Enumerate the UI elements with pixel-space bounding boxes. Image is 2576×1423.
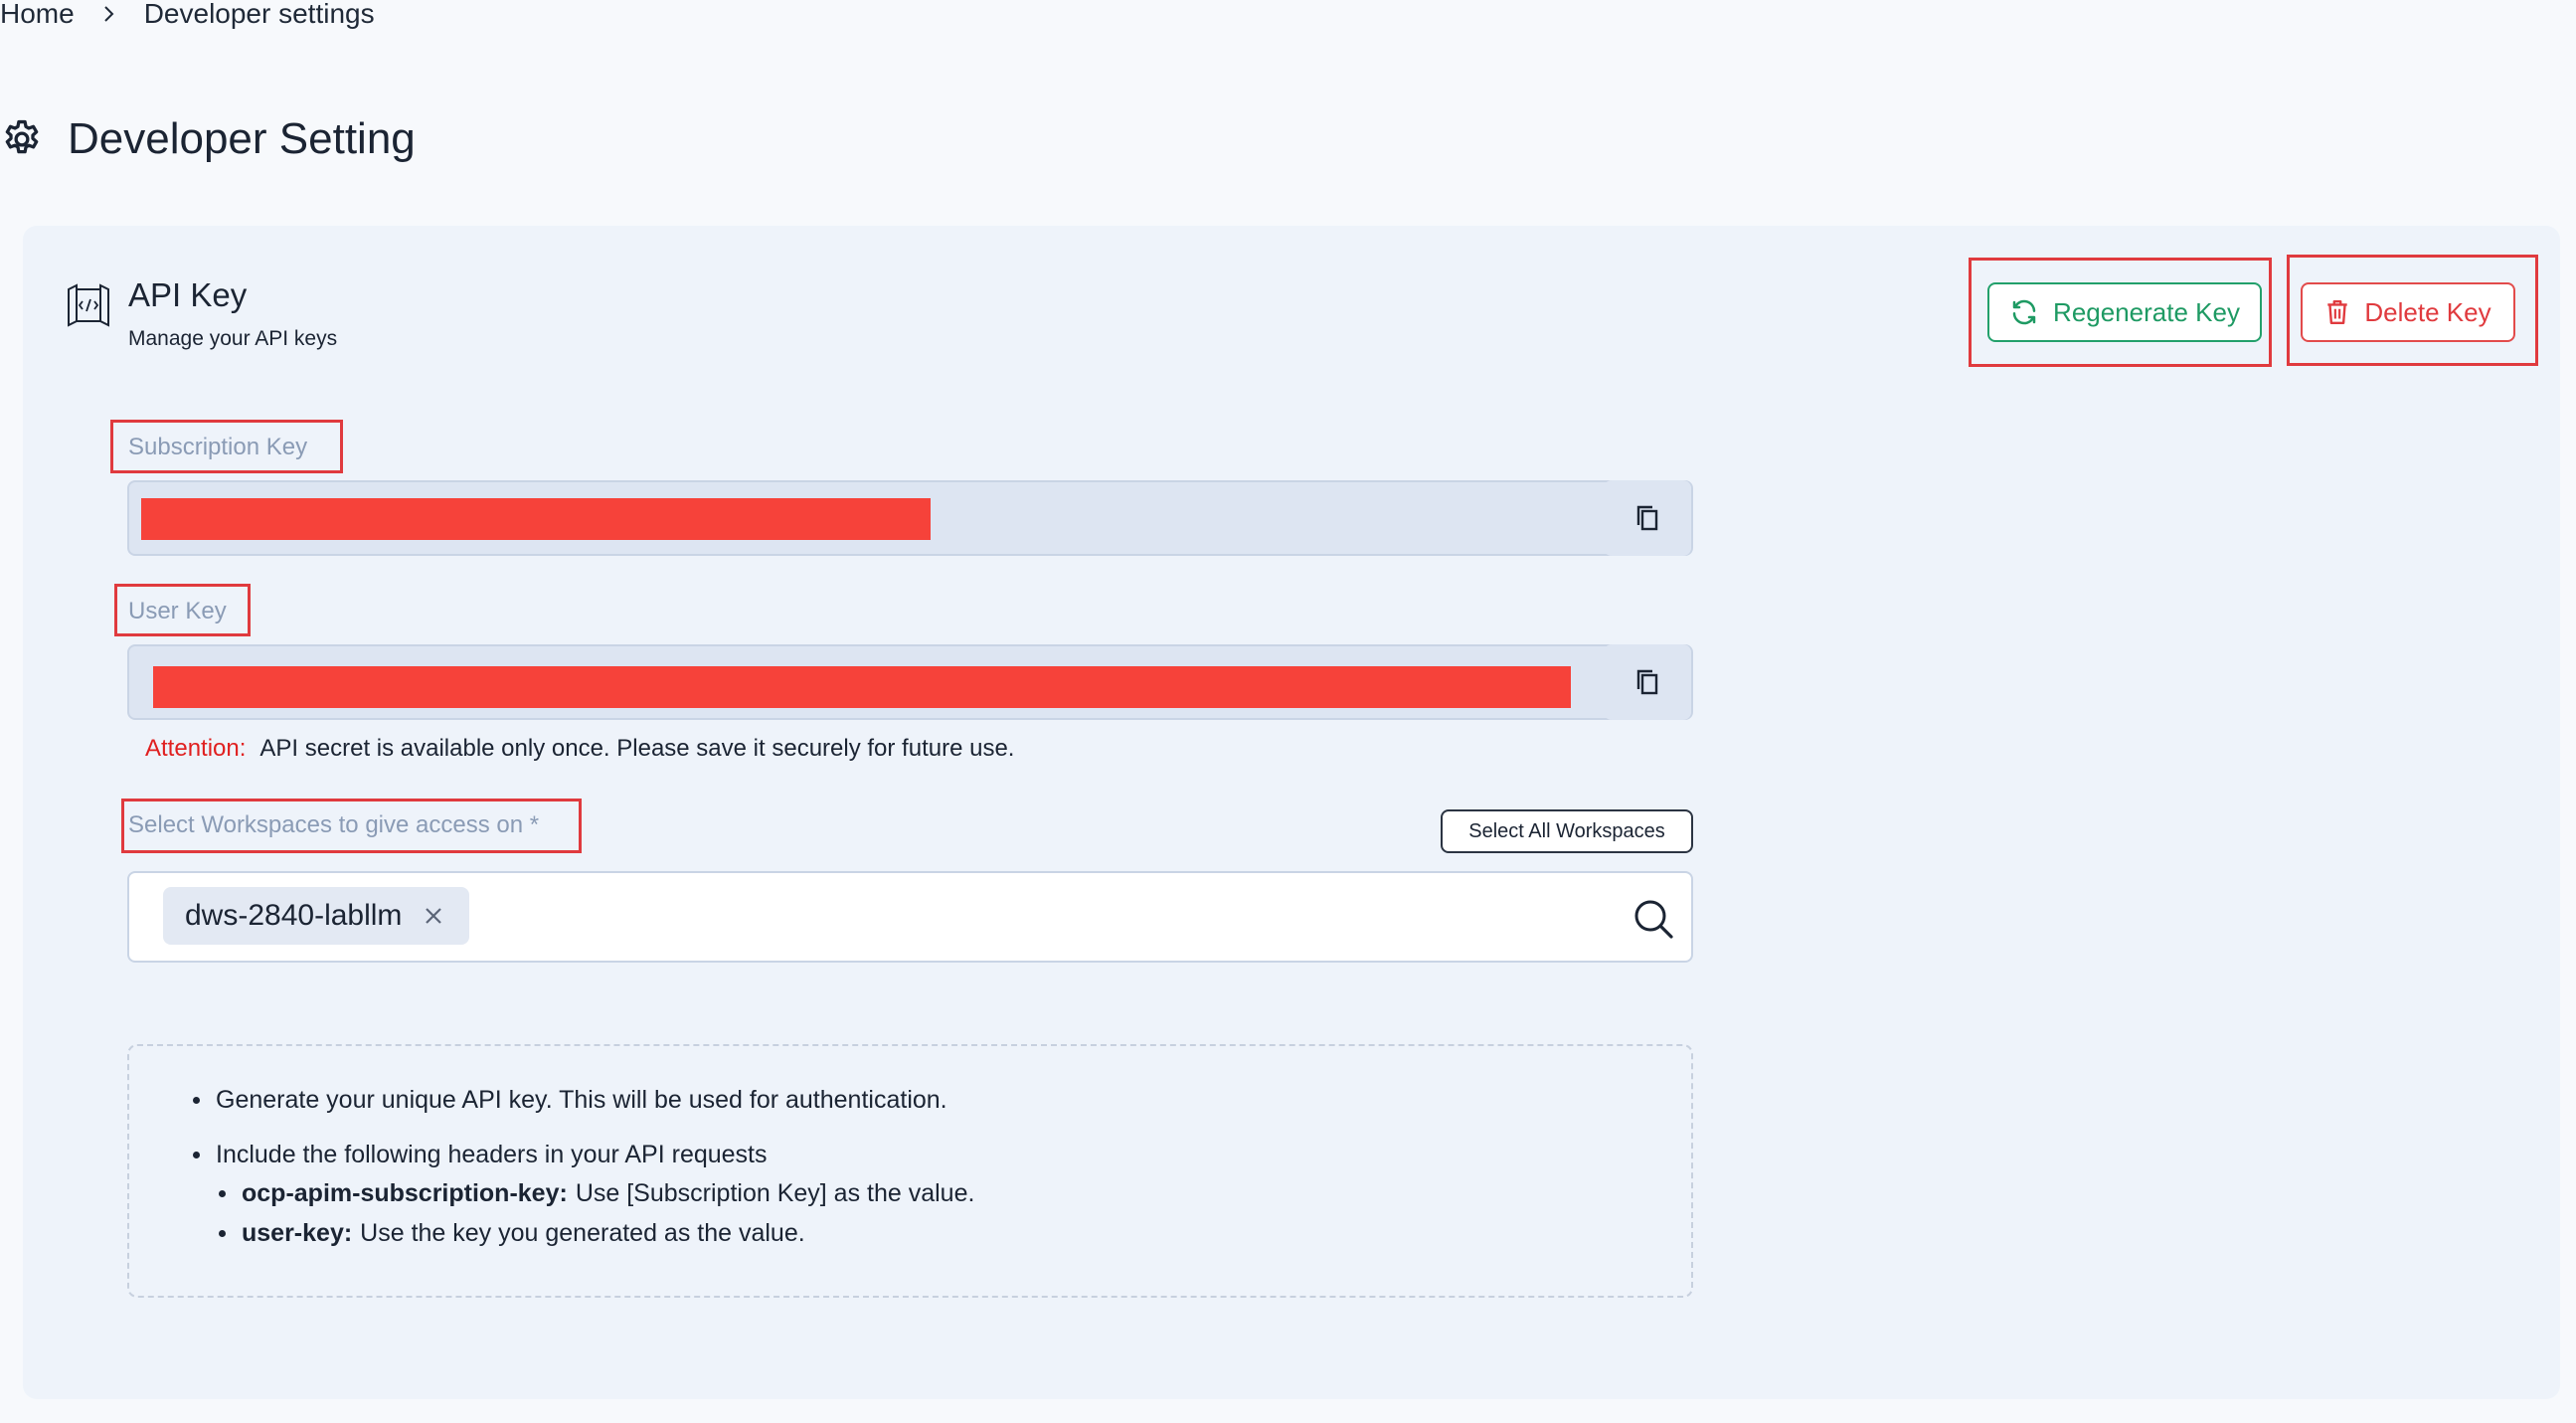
trash-icon	[2327, 300, 2348, 324]
close-icon[interactable]	[424, 906, 443, 926]
card-subtitle: Manage your API keys	[128, 327, 338, 350]
copy-user-key-button[interactable]	[1604, 644, 1691, 720]
search-icon[interactable]	[1631, 897, 1675, 941]
api-book-icon	[68, 283, 109, 327]
select-all-workspaces-button[interactable]: Select All Workspaces	[1441, 809, 1693, 853]
regenerate-key-button[interactable]: Regenerate Key	[1987, 282, 2262, 342]
workspace-chip: dws-2840-labllm	[163, 887, 470, 945]
breadcrumb-home[interactable]: Home	[0, 0, 75, 30]
subscription-key-field[interactable]	[127, 480, 1693, 556]
header-name: ocp-apim-subscription-key:	[242, 1179, 568, 1207]
workspace-chip-label: dws-2840-labllm	[185, 899, 403, 932]
list-item: Generate your unique API key. This will …	[193, 1086, 947, 1115]
instructions-box: Generate your unique API key. This will …	[127, 1044, 1693, 1298]
list-item: ocp-apim-subscription-key: Use [Subscript…	[219, 1179, 974, 1208]
redacted-subscription-key	[141, 498, 931, 540]
attention-text: API secret is available only once. Pleas…	[259, 735, 1015, 762]
chevron-right-icon	[102, 4, 116, 24]
api-key-card: API Key Manage your API keys Regenerate …	[23, 226, 2560, 1399]
page-title: Developer Setting	[68, 114, 416, 163]
delete-key-label: Delete Key	[2364, 296, 2491, 327]
delete-key-button[interactable]: Delete Key	[2301, 282, 2515, 342]
regenerate-key-label: Regenerate Key	[2053, 296, 2240, 327]
breadcrumb: Home Developer settings	[0, 0, 375, 34]
gear-icon	[5, 119, 39, 154]
user-key-label: User Key	[128, 598, 227, 624]
workspace-select-input[interactable]: dws-2840-labllm	[127, 871, 1693, 963]
list-item: user-key: Use the key you generated as th…	[219, 1219, 805, 1248]
user-key-field[interactable]	[127, 644, 1693, 720]
header-name: user-key:	[242, 1219, 353, 1247]
copy-icon	[1636, 505, 1658, 531]
refresh-icon	[2012, 299, 2036, 325]
subscription-key-label: Subscription Key	[128, 434, 308, 460]
copy-icon	[1636, 669, 1658, 695]
page-header: Developer Setting	[0, 107, 416, 171]
workspaces-label: Select Workspaces to give access on *	[128, 811, 540, 838]
card-header: API Key Manage your API keys	[65, 275, 337, 351]
attention-label: Attention:	[145, 735, 247, 762]
copy-subscription-key-button[interactable]	[1604, 480, 1691, 556]
card-title: API Key	[128, 276, 248, 313]
list-item: Include the following headers in your AP…	[193, 1141, 768, 1169]
attention-message: Attention: API secret is available only o…	[145, 735, 1014, 763]
breadcrumb-current: Developer settings	[143, 0, 375, 29]
redacted-user-key	[153, 666, 1571, 708]
